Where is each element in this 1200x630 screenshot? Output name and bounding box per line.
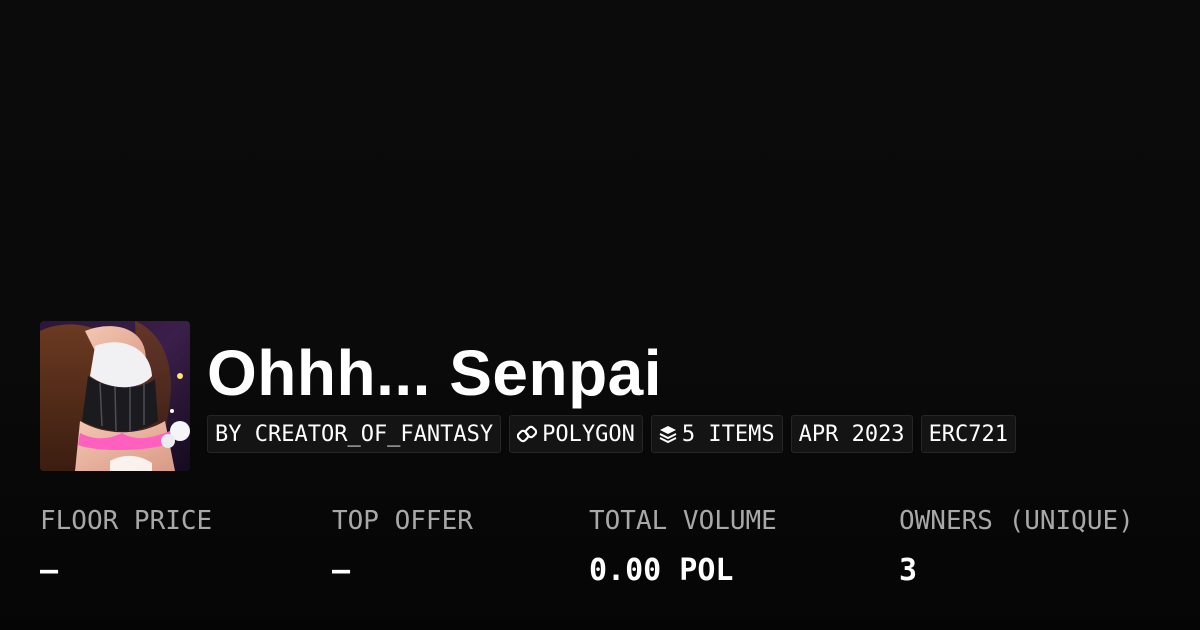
date-label: APR 2023 [798,421,905,447]
chain-chip[interactable]: POLYGON [509,415,643,453]
creator-label: BY CREATOR_OF_FANTASY [215,421,494,447]
items-chip: 5 ITEMS [650,415,783,453]
stat-value: 3 [899,553,918,588]
creator-chip[interactable]: BY CREATOR_OF_FANTASY [207,415,502,453]
layers-icon [659,425,677,443]
items-label: 5 ITEMS [681,421,775,447]
stat-value: – [332,553,351,588]
stat-total-volume: TOTAL VOLUME 0.00 POL [589,503,777,589]
collection-artwork [40,321,190,471]
chain-label: POLYGON [542,421,635,447]
collection-card: Ohhh... Senpai BY CREATOR_OF_FANTASY POL… [0,0,1200,630]
date-chip: APR 2023 [790,415,913,453]
polygon-link-icon [517,425,538,443]
stat-top-offer: TOP OFFER – [332,503,473,589]
collection-stats: FLOOR PRICE – TOP OFFER – TOTAL VOLUME 0… [40,503,1200,603]
stat-value: 0.00 POL [589,553,734,588]
stat-label: OWNERS (UNIQUE) [899,506,1134,536]
stat-label: FLOOR PRICE [40,506,213,536]
collection-info: Ohhh... Senpai BY CREATOR_OF_FANTASY POL… [207,321,1017,453]
collection-title: Ohhh... Senpai [207,337,663,409]
stat-floor-price: FLOOR PRICE – [40,503,212,589]
stat-label: TOP OFFER [332,506,473,536]
collection-header: Ohhh... Senpai BY CREATOR_OF_FANTASY POL… [40,321,1017,471]
stat-value: – [40,553,59,588]
collection-avatar [40,321,190,471]
stat-owners: OWNERS (UNIQUE) 3 [899,503,1134,589]
collection-chips: BY CREATOR_OF_FANTASY POLYGON 5 ITEMS AP… [207,415,1017,453]
standard-label: ERC721 [928,421,1009,447]
standard-chip: ERC721 [920,415,1017,453]
stat-label: TOTAL VOLUME [589,506,777,536]
